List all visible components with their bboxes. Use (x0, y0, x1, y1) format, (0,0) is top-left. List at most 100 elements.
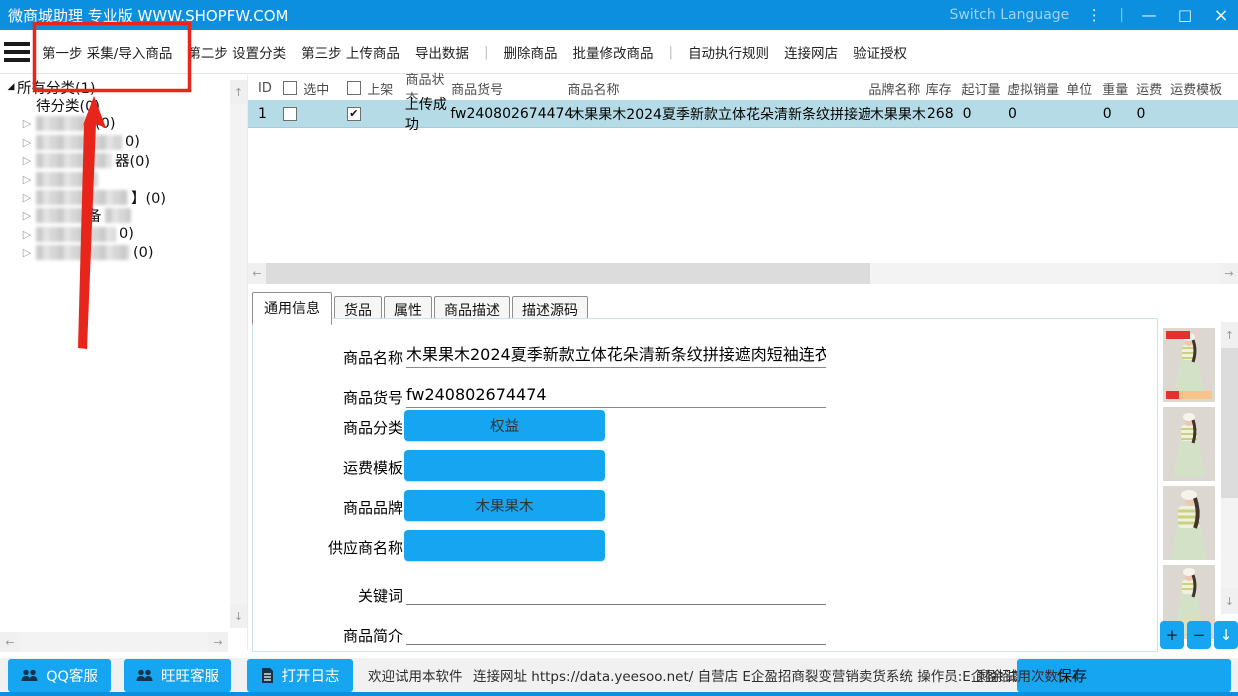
remove-image-button[interactable]: − (1187, 621, 1211, 649)
table-row[interactable]: 1 ✔ 上传成功 fw240802674474 木果果木2024夏季新款立体花朵… (248, 100, 1238, 128)
thumbnail-1[interactable] (1163, 328, 1215, 402)
col-stock[interactable]: 库存 (926, 79, 962, 98)
row-select-checkbox[interactable] (283, 107, 297, 121)
switch-language-button[interactable]: Switch Language (949, 7, 1069, 23)
tree-item-blurred[interactable]: ▷ (0) (0, 244, 247, 262)
toolbar-item-connect-shop[interactable]: 连接网店 (784, 42, 838, 62)
tree-collapsed-icon[interactable]: ▷ (21, 228, 33, 241)
scroll-right-icon[interactable]: → (1220, 263, 1238, 284)
tree-item-uncategorized[interactable]: 待分类(0) (0, 96, 247, 114)
col-sku[interactable]: 商品货号 (451, 79, 567, 98)
move-image-down-button[interactable]: ↓ (1214, 621, 1238, 649)
col-id[interactable]: ID (258, 81, 283, 96)
scroll-up-icon[interactable]: ↑ (1221, 322, 1238, 348)
toolbar-item-step2-category[interactable]: 第二步 设置分类 (187, 42, 286, 62)
row-sku: fw240802674474 (450, 106, 570, 122)
scroll-down-icon[interactable]: ↓ (230, 604, 247, 628)
tree-item-blurred[interactable]: ▷ 0) (0, 133, 247, 151)
maximize-icon[interactable]: □ (1174, 6, 1196, 24)
scroll-right-icon[interactable]: → (208, 632, 228, 652)
field-label-name: 商品名称 (271, 347, 403, 368)
tree-collapsed-icon[interactable]: ▷ (21, 246, 33, 259)
col-on-shelf[interactable]: 上架 (367, 79, 393, 98)
product-sku-input[interactable]: fw240802674474 (406, 381, 826, 408)
scrollbar-thumb[interactable] (266, 263, 870, 284)
wangwang-support-button[interactable]: 旺旺客服 (124, 659, 231, 692)
category-tree: ◢ 所有分类(1) 待分类(0) ▷ (0) ▷ 0) ▷ 器(0) ▷ ▷ (0, 75, 247, 650)
tree-item-all-categories[interactable]: ◢ 所有分类(1) (0, 78, 247, 96)
welcome-text: 欢迎试用本软件 (368, 665, 463, 685)
toolbar-separator: | (669, 44, 674, 60)
blurred-text (36, 116, 92, 131)
toolbar-item-delete[interactable]: 删除商品 (504, 42, 558, 62)
tree-item-count: 备 (87, 205, 102, 226)
col-shipping-fee[interactable]: 运费 (1136, 79, 1170, 98)
row-shelf-checkbox[interactable]: ✔ (347, 107, 361, 121)
toolbar-item-auto-rules[interactable]: 自动执行规则 (688, 42, 769, 62)
window-title: 微商城助理 专业版 WWW.SHOPFW.COM (8, 5, 288, 26)
tree-item-blurred[interactable]: ▷ 】(0) (0, 188, 247, 206)
col-unit[interactable]: 单位 (1066, 79, 1102, 98)
scroll-down-icon[interactable]: ↓ (1221, 588, 1238, 614)
blurred-text (36, 172, 98, 187)
category-button[interactable]: 权益 (404, 410, 605, 441)
col-min-order[interactable]: 起订量 (962, 79, 1008, 98)
thumbnail-2[interactable] (1163, 407, 1215, 481)
blurred-text (36, 245, 130, 260)
scrollbar-thumb[interactable] (1221, 348, 1238, 498)
supplier-button[interactable] (404, 530, 605, 561)
toolbar-item-step3-upload[interactable]: 第三步 上传商品 (301, 42, 400, 62)
brand-button[interactable]: 木果果木 (404, 490, 605, 521)
tree-collapsed-icon[interactable]: ▷ (21, 154, 33, 167)
col-brand[interactable]: 品牌名称 (868, 79, 925, 98)
tree-item-blurred[interactable]: ▷ 0) (0, 225, 247, 243)
shipping-template-button[interactable] (404, 450, 605, 481)
row-shipping-fee: 0 (1137, 106, 1171, 122)
tree-item-count: 】(0) (131, 187, 166, 208)
detail-panel: 商品名称 木果果木2024夏季新款立体花朵清新条纹拼接遮肉短袖连衣 商品货号 f… (252, 318, 1158, 652)
open-log-button[interactable]: 打开日志 (247, 659, 353, 692)
keywords-input[interactable] (406, 577, 826, 605)
select-all-checkbox[interactable] (283, 81, 297, 95)
trial-count-text: 剩余试用次数：4 (977, 665, 1080, 685)
scroll-left-icon[interactable]: ← (0, 632, 20, 652)
tree-collapsed-icon[interactable]: ▷ (21, 136, 33, 149)
product-name-input[interactable]: 木果果木2024夏季新款立体花朵清新条纹拼接遮肉短袖连衣 (406, 341, 826, 368)
col-name[interactable]: 商品名称 (568, 79, 869, 98)
tree-item-blurred[interactable]: ▷ (0) (0, 115, 247, 133)
tree-item-blurred[interactable]: ▷ 备 (0, 207, 247, 225)
close-icon[interactable]: × (1210, 5, 1232, 26)
shelf-all-checkbox[interactable] (347, 81, 361, 95)
tree-item-blurred[interactable]: ▷ 器(0) (0, 152, 247, 170)
tree-collapsed-icon[interactable]: ▷ (21, 117, 33, 130)
tree-item-blurred[interactable]: ▷ (0, 170, 247, 188)
qq-support-button[interactable]: QQ客服 (8, 659, 111, 692)
add-image-button[interactable]: + (1160, 621, 1184, 649)
kebab-menu-icon[interactable]: ⋮ (1083, 6, 1105, 24)
minimize-icon[interactable]: — (1138, 6, 1160, 24)
tree-collapsed-icon[interactable]: ▷ (21, 173, 33, 186)
tree-collapsed-icon[interactable]: ▷ (21, 191, 33, 204)
toolbar-item-batch-edit[interactable]: 批量修改商品 (573, 42, 654, 62)
toolbar-item-step1-import[interactable]: 第一步 采集/导入商品 (42, 42, 172, 62)
toolbar-item-verify-auth[interactable]: 验证授权 (853, 42, 907, 62)
tree-collapsed-icon[interactable]: ▷ (21, 209, 33, 222)
thumbnail-3[interactable] (1163, 486, 1215, 560)
intro-input[interactable] (406, 617, 826, 645)
toolbar-item-export[interactable]: 导出数据 (415, 42, 469, 62)
col-shipping-template[interactable]: 运费模板 (1170, 79, 1238, 98)
tree-item-count: (0) (133, 245, 154, 261)
col-selected[interactable]: 选中 (303, 79, 329, 98)
col-virtual-sales[interactable]: 虚拟销量 (1007, 79, 1066, 98)
col-weight[interactable]: 重量 (1102, 79, 1136, 98)
open-log-label: 打开日志 (282, 665, 340, 686)
row-weight: 0 (1103, 106, 1137, 122)
blurred-text (36, 135, 122, 150)
scroll-left-icon[interactable]: ← (248, 263, 266, 284)
tab-general-info[interactable]: 通用信息 (252, 292, 332, 325)
menu-icon[interactable] (2, 37, 36, 67)
scroll-up-icon[interactable]: ↑ (230, 80, 247, 104)
tree-expanded-icon[interactable]: ◢ (5, 82, 17, 92)
tree-horizontal-scrollbar: ← → (0, 632, 228, 652)
row-virtual-sales: 0 (1008, 106, 1067, 122)
